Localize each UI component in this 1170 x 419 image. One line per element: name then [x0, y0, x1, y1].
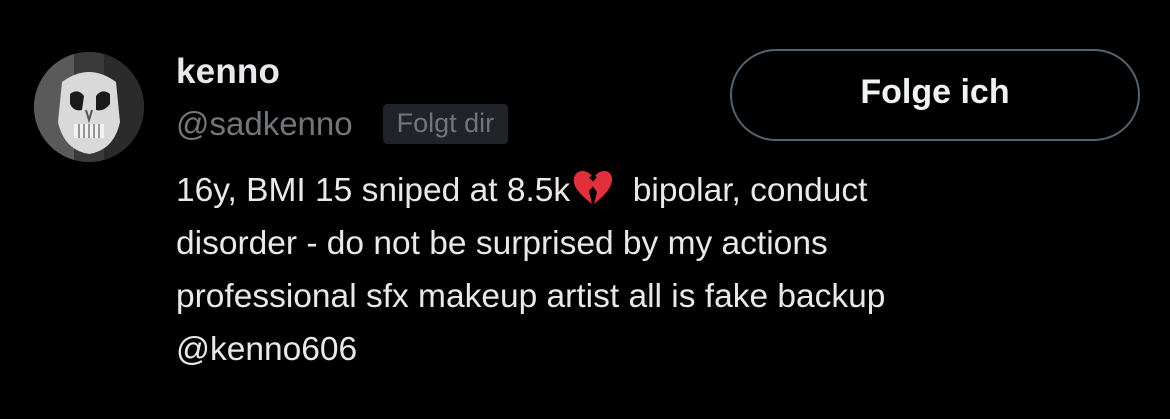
bio-line-2: disorder - do not be surprised by my act…: [176, 225, 828, 262]
bio-line-3: professional sfx makeup artist all is fa…: [176, 278, 886, 315]
avatar[interactable]: [34, 52, 144, 162]
username-handle: @sadkenno: [176, 105, 353, 142]
avatar-image: [34, 52, 144, 162]
bio-line-1: 16y, BMI 15 sniped at 8.5k bipolar, cond…: [176, 164, 1136, 217]
broken-heart-icon: [572, 169, 614, 207]
bio-line-1-text: 16y, BMI 15 sniped at 8.5k: [176, 172, 571, 209]
bio-mention-link[interactable]: @kenno606: [176, 323, 1136, 376]
bio-line-1-tail: bipolar, conduct: [632, 172, 868, 209]
display-name: kenno: [176, 52, 281, 91]
bio: 16y, BMI 15 sniped at 8.5k bipolar, cond…: [176, 164, 1136, 376]
following-button[interactable]: Folge ich: [730, 49, 1140, 141]
profile-card: kenno @sadkenno Folgt dir Folge ich 16y,…: [0, 0, 1170, 419]
follows-you-badge: Folgt dir: [382, 104, 509, 144]
handle-row: @sadkenno Folgt dir: [176, 102, 509, 146]
